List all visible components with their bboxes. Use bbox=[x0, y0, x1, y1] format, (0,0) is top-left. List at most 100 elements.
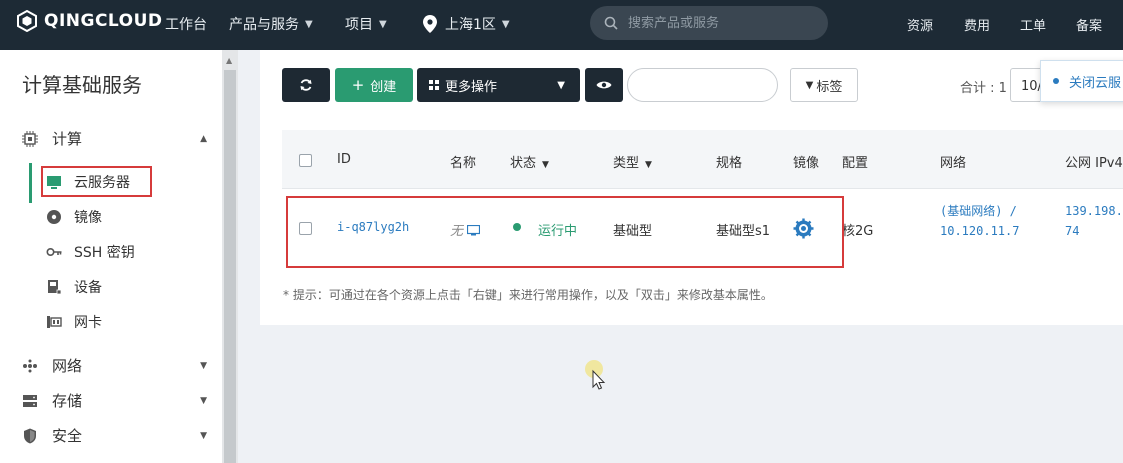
filter-input[interactable] bbox=[627, 68, 778, 102]
cpu-icon bbox=[22, 130, 38, 147]
shield-icon bbox=[24, 428, 36, 443]
search-icon bbox=[604, 16, 618, 30]
nav-projects-label: 项目 bbox=[345, 17, 373, 33]
mouse-cursor-icon bbox=[585, 360, 606, 390]
eye-icon bbox=[596, 81, 612, 89]
search-input[interactable] bbox=[626, 14, 820, 32]
refresh-button[interactable] bbox=[282, 68, 330, 102]
scroll-up-arrow-icon[interactable]: ▲ bbox=[226, 56, 232, 65]
chevron-down-icon: ▼ bbox=[200, 360, 207, 371]
global-search[interactable] bbox=[590, 6, 828, 40]
refresh-icon bbox=[300, 79, 312, 91]
column-header-id[interactable]: ID bbox=[337, 152, 351, 167]
funnel-icon: ▼ bbox=[805, 79, 814, 91]
more-actions-label: 更多操作 bbox=[445, 79, 498, 95]
column-header-image[interactable]: 镜像 bbox=[793, 152, 819, 171]
chevron-down-icon: ▼ bbox=[501, 18, 510, 30]
location-pin-icon bbox=[423, 15, 437, 33]
chevron-down-icon: ▼ bbox=[200, 430, 207, 441]
sidebar-group-security[interactable]: 安全 ▼ bbox=[22, 425, 207, 446]
qingcloud-logo[interactable]: QINGCLOUD bbox=[16, 10, 163, 32]
column-header-network[interactable]: 网络 bbox=[940, 152, 966, 171]
tags-label: 标签 bbox=[816, 79, 843, 95]
sidebar-group-network-label: 网络 bbox=[52, 357, 83, 375]
device-icon bbox=[48, 280, 62, 295]
caret-down-icon: ▼ bbox=[557, 79, 565, 91]
column-header-status-label: 状态 bbox=[510, 156, 537, 171]
create-button[interactable]: + 创建 bbox=[335, 68, 413, 102]
column-header-type[interactable]: 类型 ▼ bbox=[613, 152, 652, 171]
qingcloud-logo-icon bbox=[17, 10, 37, 32]
instance-network[interactable]: (基础网络) / 10.120.11.7 bbox=[940, 201, 1019, 241]
more-actions-dropdown[interactable]: 更多操作 ▼ bbox=[417, 68, 580, 102]
key-icon bbox=[46, 248, 62, 257]
nav-projects[interactable]: 项目 ▼ bbox=[345, 14, 387, 34]
sidebar-group-compute-label: 计算 bbox=[52, 130, 83, 148]
storage-icon bbox=[23, 394, 37, 407]
sidebar: 计算基础服务 计算 ▲ 云服务器 镜像 SSH 密钥 设备 网卡 网络 ▼ 存储… bbox=[0, 50, 222, 463]
column-visibility-button[interactable] bbox=[585, 68, 623, 102]
sidebar-item-nics-label: 网卡 bbox=[74, 315, 102, 331]
column-header-status[interactable]: 状态 ▼ bbox=[510, 152, 549, 171]
grid-icon bbox=[429, 80, 439, 90]
chevron-down-icon: ▼ bbox=[200, 395, 207, 406]
popover-label: 关闭云服 bbox=[1069, 75, 1122, 91]
sidebar-item-images-label: 镜像 bbox=[74, 210, 102, 226]
nav-icp-filing[interactable]: 备案 bbox=[1076, 15, 1102, 34]
create-button-label: 创建 bbox=[370, 79, 397, 95]
sidebar-title: 计算基础服务 bbox=[22, 73, 142, 97]
network-name-link[interactable]: (基础网络) / bbox=[940, 201, 1019, 221]
caret-down-icon: ▼ bbox=[542, 160, 549, 170]
sidebar-item-ssh-keys-label: SSH 密钥 bbox=[74, 245, 135, 261]
bullet-dot-icon bbox=[1053, 78, 1059, 84]
private-ip: 10.120.11.7 bbox=[940, 224, 1020, 238]
public-ipv4-line2: 74 bbox=[1065, 224, 1080, 238]
sidebar-group-compute[interactable]: 计算 ▲ bbox=[22, 128, 207, 149]
total-count: 合计 : 1 bbox=[960, 81, 1007, 96]
column-header-public-ipv4[interactable]: 公网 IPv4 bbox=[1065, 152, 1123, 171]
active-indicator bbox=[29, 163, 32, 203]
network-icon bbox=[23, 359, 37, 372]
column-header-spec[interactable]: 规格 bbox=[716, 152, 742, 171]
public-ipv4[interactable]: 139.198. 74 bbox=[1065, 201, 1123, 241]
nav-products-label: 产品与服务 bbox=[229, 17, 299, 33]
sidebar-item-ssh-keys[interactable]: SSH 密钥 bbox=[46, 242, 135, 262]
sidebar-group-network[interactable]: 网络 ▼ bbox=[22, 355, 207, 376]
sidebar-item-nics[interactable]: 网卡 bbox=[46, 312, 102, 332]
column-header-name[interactable]: 名称 bbox=[450, 152, 476, 171]
column-header-type-label: 类型 bbox=[613, 156, 640, 171]
nav-workbench[interactable]: 工作台 bbox=[165, 14, 207, 34]
page-size-value: 10/ bbox=[1021, 79, 1042, 94]
sidebar-group-storage[interactable]: 存储 ▼ bbox=[22, 390, 207, 411]
top-navbar: QINGCLOUD 工作台 产品与服务 ▼ 项目 ▼ 上海1区 ▼ 资源 费用 … bbox=[0, 0, 1123, 50]
network-card-icon bbox=[47, 316, 62, 328]
sidebar-group-storage-label: 存储 bbox=[52, 392, 83, 410]
nav-resources[interactable]: 资源 bbox=[907, 15, 933, 34]
disc-icon bbox=[47, 210, 61, 224]
chevron-down-icon: ▼ bbox=[379, 18, 387, 30]
close-instance-popover[interactable]: 关闭云服 bbox=[1040, 60, 1123, 102]
instance-config: 核2G bbox=[842, 224, 874, 239]
select-all-checkbox[interactable] bbox=[299, 154, 312, 167]
nav-billing[interactable]: 费用 bbox=[964, 15, 990, 34]
nav-tickets[interactable]: 工单 bbox=[1020, 15, 1046, 34]
table-header bbox=[282, 130, 1123, 189]
public-ipv4-line1: 139.198. bbox=[1065, 204, 1123, 218]
highlight-box bbox=[286, 196, 844, 268]
plus-icon: + bbox=[351, 76, 365, 94]
region-selector[interactable]: 上海1区 ▼ bbox=[423, 14, 510, 34]
column-header-config[interactable]: 配置 bbox=[842, 152, 868, 171]
region-label: 上海1区 bbox=[445, 17, 496, 33]
chevron-down-icon: ▼ bbox=[305, 18, 313, 30]
sidebar-item-devices-label: 设备 bbox=[74, 280, 102, 296]
usage-hint: * 提示：可通过在各个资源上点击「右键」来进行常用操作，以及「双击」来修改基本属… bbox=[283, 288, 773, 302]
sidebar-item-images[interactable]: 镜像 bbox=[46, 207, 102, 227]
tags-filter-button[interactable]: ▼ 标签 bbox=[790, 68, 858, 102]
sidebar-scrollbar-thumb[interactable] bbox=[224, 70, 236, 463]
brand-name: QINGCLOUD bbox=[44, 11, 163, 31]
sidebar-item-devices[interactable]: 设备 bbox=[46, 277, 102, 297]
sidebar-group-security-label: 安全 bbox=[52, 427, 83, 445]
chevron-up-icon: ▲ bbox=[200, 133, 207, 144]
nav-products-services[interactable]: 产品与服务 ▼ bbox=[229, 14, 313, 34]
caret-down-icon: ▼ bbox=[645, 160, 652, 170]
